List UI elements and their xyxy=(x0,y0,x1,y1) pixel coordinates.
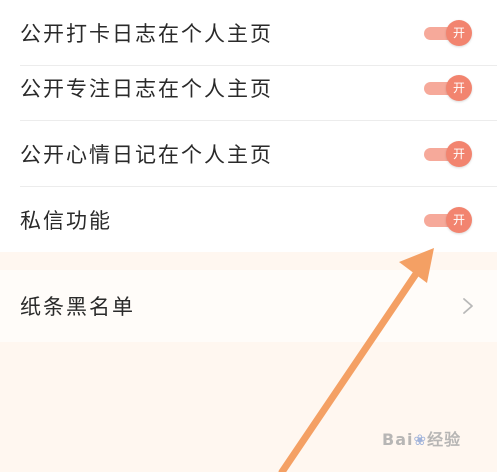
baidu-paw-icon: ❀ xyxy=(413,431,428,449)
setting-row-focus-log: 公开专注日志在个人主页 开 xyxy=(0,55,497,121)
setting-label: 公开专注日志在个人主页 xyxy=(20,77,273,101)
chevron-right-icon xyxy=(463,298,473,314)
setting-label: 公开心情日记在个人主页 xyxy=(20,143,273,167)
public-checkin-log-toggle[interactable]: 开 xyxy=(424,20,472,46)
note-blacklist-row[interactable]: 纸条黑名单 xyxy=(0,270,497,342)
watermark-text-left: Bai xyxy=(382,430,414,449)
note-blacklist-label: 纸条黑名单 xyxy=(20,295,135,319)
toggle-knob: 开 xyxy=(446,207,472,233)
setting-label: 私信功能 xyxy=(20,209,112,233)
toggle-knob: 开 xyxy=(446,75,472,101)
setting-label: 公开打卡日志在个人主页 xyxy=(20,22,273,46)
private-message-toggle[interactable]: 开 xyxy=(424,207,472,233)
public-mood-diary-toggle[interactable]: 开 xyxy=(424,141,472,167)
privacy-settings-list: 公开打卡日志在个人主页 开 公开专注日志在个人主页 开 公开心情日记在个人主页 … xyxy=(0,0,497,252)
watermark-text-right: 经验 xyxy=(427,430,462,449)
toggle-knob: 开 xyxy=(446,141,472,167)
public-focus-log-toggle[interactable]: 开 xyxy=(424,75,472,101)
baidu-watermark: Bai❀经验 xyxy=(382,426,461,450)
toggle-knob: 开 xyxy=(446,20,472,46)
setting-row-mood-diary: 公开心情日记在个人主页 开 xyxy=(0,121,497,187)
setting-row-private-message: 私信功能 开 xyxy=(0,187,497,253)
